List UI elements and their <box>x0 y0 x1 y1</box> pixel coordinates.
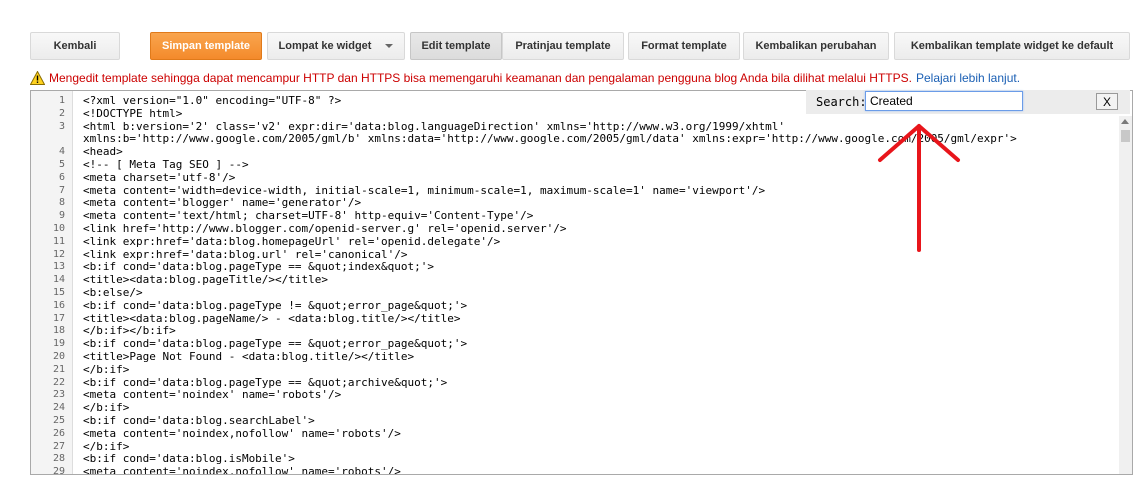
code-line[interactable]: 24 </b:if> <box>31 401 1132 415</box>
code-editor[interactable]: 1 <?xml version="1.0" encoding="UTF-8" ?>… <box>30 90 1133 475</box>
back-button[interactable]: Kembali <box>30 32 120 60</box>
line-number: 26 <box>52 427 65 439</box>
code-text: <b:if cond='data:blog.searchLabel'> <box>83 413 315 427</box>
code-line[interactable]: 21 </b:if> <box>31 362 1132 377</box>
jump-to-widget-label: Lompat ke widget <box>278 40 372 52</box>
save-template-button[interactable]: Simpan template <box>150 32 262 60</box>
code-lines[interactable]: 1 <?xml version="1.0" encoding="UTF-8" ?>… <box>31 94 1132 475</box>
line-number: 10 <box>52 222 65 234</box>
code-text: <link href='http://www.blogger.com/openi… <box>83 221 567 235</box>
code-line[interactable]: 11 <link expr:href='data:blog.homepageUrl… <box>31 234 1132 249</box>
line-number: 27 <box>52 440 65 452</box>
line-number: 7 <box>58 184 65 196</box>
code-line[interactable]: 25 <b:if cond='data:blog.searchLabel'> <box>31 413 1132 428</box>
line-number: 16 <box>52 299 65 311</box>
scroll-up-icon[interactable] <box>1121 119 1129 124</box>
line-number: 13 <box>52 261 65 273</box>
line-number: 28 <box>52 453 65 465</box>
line-number: 12 <box>52 248 65 260</box>
line-number: 5 <box>58 158 65 170</box>
code-line[interactable]: 29 <meta content='noindex,nofollow' name=… <box>31 465 1132 475</box>
code-text: xmlns:b='http://www.google.com/2005/gml/… <box>83 132 1017 146</box>
line-number: 17 <box>52 312 65 324</box>
code-text: <?xml version="1.0" encoding="UTF-8" ?> <box>83 94 342 107</box>
line-number: 24 <box>52 402 65 414</box>
code-text: <meta content='noindex,nofollow' name='r… <box>83 465 401 475</box>
code-line[interactable]: 15 <b:else/> <box>31 285 1132 300</box>
revert-changes-button[interactable]: Kembalikan perubahan <box>743 32 889 60</box>
code-line[interactable]: 26 <meta content='noindex,nofollow' name=… <box>31 426 1132 441</box>
line-number: 4 <box>58 146 65 158</box>
code-line[interactable]: 16 <b:if cond='data:blog.pageType != &quo… <box>31 298 1132 313</box>
code-line[interactable]: 20 <title>Page Not Found - <data:blog.tit… <box>31 349 1132 364</box>
code-line[interactable]: 23 <meta content='noindex' name='robots'/… <box>31 389 1132 402</box>
code-text: <meta charset='utf-8'/> <box>83 170 236 184</box>
code-text: <link expr:href='data:blog.homepageUrl' … <box>83 234 501 248</box>
line-number: 29 <box>52 466 65 475</box>
chevron-down-icon <box>385 44 394 48</box>
warning-text: Mengedit template sehingga dapat mencamp… <box>49 71 912 85</box>
scrollbar-thumb[interactable] <box>1121 130 1130 142</box>
code-text: <b:else/> <box>83 285 143 299</box>
code-text: <b:if cond='data:blog.pageType != &quot;… <box>83 298 468 312</box>
code-line[interactable]: 6 <meta charset='utf-8'/> <box>31 170 1132 185</box>
line-number: 2 <box>58 107 65 119</box>
line-number: 14 <box>52 274 65 286</box>
code-line[interactable]: 5 <!-- [ Meta Tag SEO ] --> <box>31 157 1132 172</box>
line-number: 15 <box>52 286 65 298</box>
jump-to-widget-dropdown[interactable]: Lompat ke widget <box>267 32 405 60</box>
code-line[interactable]: 17 <title><data:blog.pageName/> - <data:b… <box>31 312 1132 326</box>
line-number: 18 <box>52 325 65 337</box>
code-line[interactable]: 14 <title><data:blog.pageTitle/></title> <box>31 273 1132 287</box>
code-line[interactable]: xmlns:b='http://www.google.com/2005/gml/… <box>31 133 1132 146</box>
mixed-content-warning: Mengedit template sehingga dapat mencamp… <box>30 70 1130 86</box>
edit-template-button[interactable]: Edit template <box>410 32 502 60</box>
code-text: <title>Page Not Found - <data:blog.title… <box>83 349 415 363</box>
search-input[interactable] <box>865 91 1023 111</box>
line-number: 25 <box>52 414 65 426</box>
line-number: 19 <box>52 338 65 350</box>
line-number: 23 <box>52 389 65 401</box>
preview-template-button[interactable]: Pratinjau template <box>502 32 624 60</box>
warning-icon <box>30 71 45 85</box>
revert-widget-default-button[interactable]: Kembalikan template widget ke default <box>894 32 1130 60</box>
close-search-button[interactable]: X <box>1096 93 1118 110</box>
line-number: 21 <box>52 363 65 375</box>
line-number: 20 <box>52 350 65 362</box>
search-bar: Search: X <box>806 90 1130 114</box>
code-text: <!-- [ Meta Tag SEO ] --> <box>83 157 249 171</box>
code-line[interactable]: 10 <link href='http://www.blogger.com/ope… <box>31 221 1132 236</box>
line-number: 8 <box>58 197 65 209</box>
line-number: 22 <box>52 376 65 388</box>
format-template-button[interactable]: Format template <box>628 32 740 60</box>
vertical-scrollbar[interactable] <box>1119 116 1132 474</box>
learn-more-link[interactable]: Pelajari lebih lanjut. <box>916 71 1020 85</box>
search-label: Search: <box>816 95 867 109</box>
code-text: </b:if> <box>83 401 130 415</box>
line-number: 3 <box>58 120 65 132</box>
line-number: 1 <box>58 95 65 106</box>
code-text: <!DOCTYPE html> <box>83 106 183 120</box>
line-number: 6 <box>58 171 65 183</box>
line-number: 9 <box>58 210 65 222</box>
line-number: 11 <box>52 235 65 247</box>
code-text: </b:if> <box>83 362 130 376</box>
code-text: <meta content='noindex,nofollow' name='r… <box>83 426 401 440</box>
